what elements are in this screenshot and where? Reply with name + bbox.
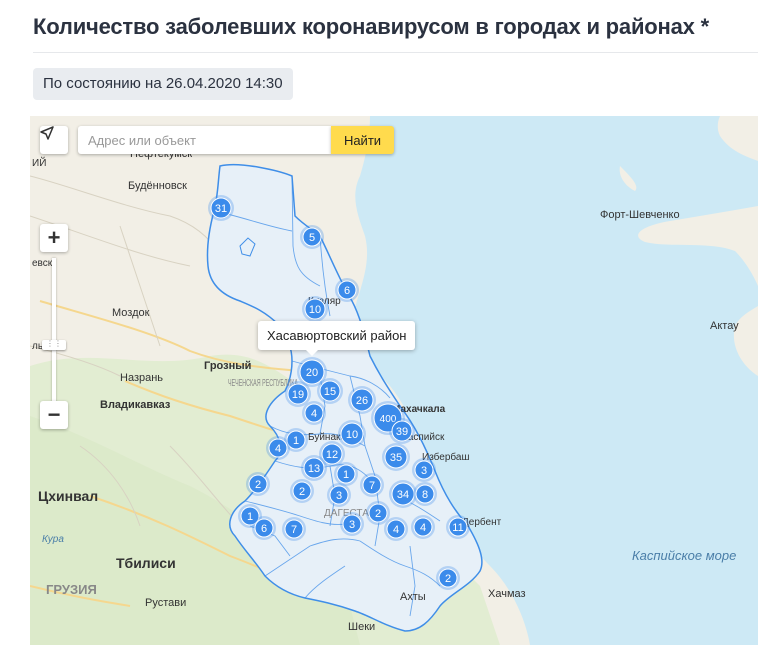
cluster-marker-count: 39 [396,426,408,438]
cluster-marker-count: 12 [326,449,338,461]
label-akhty: Ахты [400,591,426,603]
cluster-marker[interactable]: 26 [348,386,376,414]
cluster-marker-count: 7 [369,480,375,492]
label-khachmaz: Хачмаз [488,588,526,600]
cluster-marker[interactable]: 11 [446,515,470,539]
cluster-marker[interactable]: 6 [335,278,359,302]
cluster-marker[interactable]: 5 [300,225,324,249]
label-tskhinval: Цхинвал [38,488,98,504]
cluster-marker-count: 19 [292,389,304,401]
label-aktau: Актау [710,320,739,332]
cluster-marker[interactable]: 2 [366,501,390,525]
cluster-marker-count: 3 [336,490,342,502]
label-tbilisi: Тбилиси [116,555,176,571]
label-edge-2: евск [32,258,53,269]
zoom-out-button[interactable]: − [40,401,68,429]
label-edge-1: ИЙ [32,156,46,169]
label-georgia: ГРУЗИЯ [46,582,97,597]
cluster-marker[interactable]: 6 [252,516,276,540]
map-canvas[interactable]: Будённовск Нефтекумск Моздок Грозный Наз… [30,116,758,645]
cluster-marker-count: 4 [275,443,281,455]
cluster-marker-count: 10 [309,304,321,316]
arrow-icon [40,126,54,140]
map[interactable]: Будённовск Нефтекумск Моздок Грозный Наз… [30,116,758,645]
cluster-marker-count: 35 [390,452,402,464]
cluster-marker[interactable]: 4 [411,515,435,539]
label-kura: Кура [42,534,64,545]
cluster-marker[interactable]: 13 [301,455,327,481]
cluster-marker[interactable]: 2 [246,472,270,496]
cluster-marker[interactable]: 10 [338,420,366,448]
label-fort-shevchenko: Форт-Шевченко [600,209,680,221]
cluster-marker-count: 10 [346,429,358,441]
cluster-marker-count: 15 [324,386,336,398]
cluster-marker[interactable]: 31 [208,195,234,221]
cluster-marker-count: 3 [349,519,355,531]
header-divider [33,52,758,53]
cluster-marker[interactable]: 1 [334,462,358,486]
cluster-marker-count: 2 [299,486,305,498]
cluster-marker-count: 20 [306,367,318,379]
cluster-marker[interactable]: 3 [340,512,364,536]
cluster-marker-count: 34 [397,489,409,501]
zoom-in-button[interactable]: + [40,224,68,252]
cluster-marker-count: 2 [375,508,381,520]
cluster-marker-count: 8 [422,489,428,501]
district-tooltip: Хасавюртовский район [258,321,416,356]
cluster-marker-count: 1 [247,511,253,523]
cluster-marker-count: 26 [356,395,368,407]
cluster-marker[interactable]: 7 [360,473,384,497]
page-title: Количество заболевших коронавирусом в го… [33,14,709,39]
cluster-marker-count: 2 [445,573,451,585]
cluster-marker[interactable]: 7 [282,517,306,541]
cluster-marker-count: 1 [343,469,349,481]
cluster-marker-count: 31 [215,203,227,215]
label-vladikavkaz: Владикавказ [100,399,171,411]
cluster-marker-count: 7 [291,524,297,536]
cluster-marker-count: 6 [261,523,267,535]
cluster-marker[interactable]: 3 [412,458,436,482]
cluster-marker[interactable]: 34 [389,480,417,508]
status-badge: По состоянию на 26.04.2020 14:30 [33,68,293,100]
label-rustavi: Рустави [145,597,186,609]
cluster-marker-count: 2 [255,479,261,491]
find-button[interactable]: Найти [331,126,394,154]
cluster-marker[interactable]: 2 [290,479,314,503]
cluster-marker-count: 11 [452,522,463,534]
cluster-marker[interactable]: 35 [382,443,410,471]
label-caspian-sea: Каспийское море [632,548,736,563]
label-budennovsk: Будённовск [128,180,187,192]
cluster-marker-count: 4 [311,408,317,420]
cluster-marker-count: 1 [293,435,299,447]
cluster-marker-count: 13 [308,463,320,475]
cluster-marker-count: 5 [309,232,315,244]
label-groznyy: Грозный [204,360,251,372]
cluster-marker[interactable]: 2 [436,566,460,590]
label-nazran: Назрань [120,372,163,384]
cluster-marker[interactable]: 10 [302,296,328,322]
cluster-marker[interactable]: 39 [389,418,415,444]
cluster-marker[interactable]: 8 [413,482,437,506]
geolocate-button[interactable] [40,126,68,154]
label-mozdok: Моздок [112,307,150,319]
cluster-marker[interactable]: 19 [285,381,311,407]
search-input[interactable] [78,126,331,154]
cluster-marker-count: 4 [420,522,426,534]
cluster-marker[interactable]: 4 [266,436,290,460]
cluster-marker-count: 6 [344,285,350,297]
zoom-slider-handle[interactable]: ⋮⋮ [42,340,66,350]
cluster-marker[interactable]: 15 [317,378,343,404]
cluster-marker-count: 4 [393,524,399,536]
cluster-marker[interactable]: 4 [302,401,326,425]
cluster-marker[interactable]: 4 [384,517,408,541]
zoom-slider-track[interactable] [52,258,56,408]
cluster-marker[interactable]: 3 [327,483,351,507]
label-sheki: Шеки [348,621,375,633]
cluster-marker-count: 3 [421,465,427,477]
